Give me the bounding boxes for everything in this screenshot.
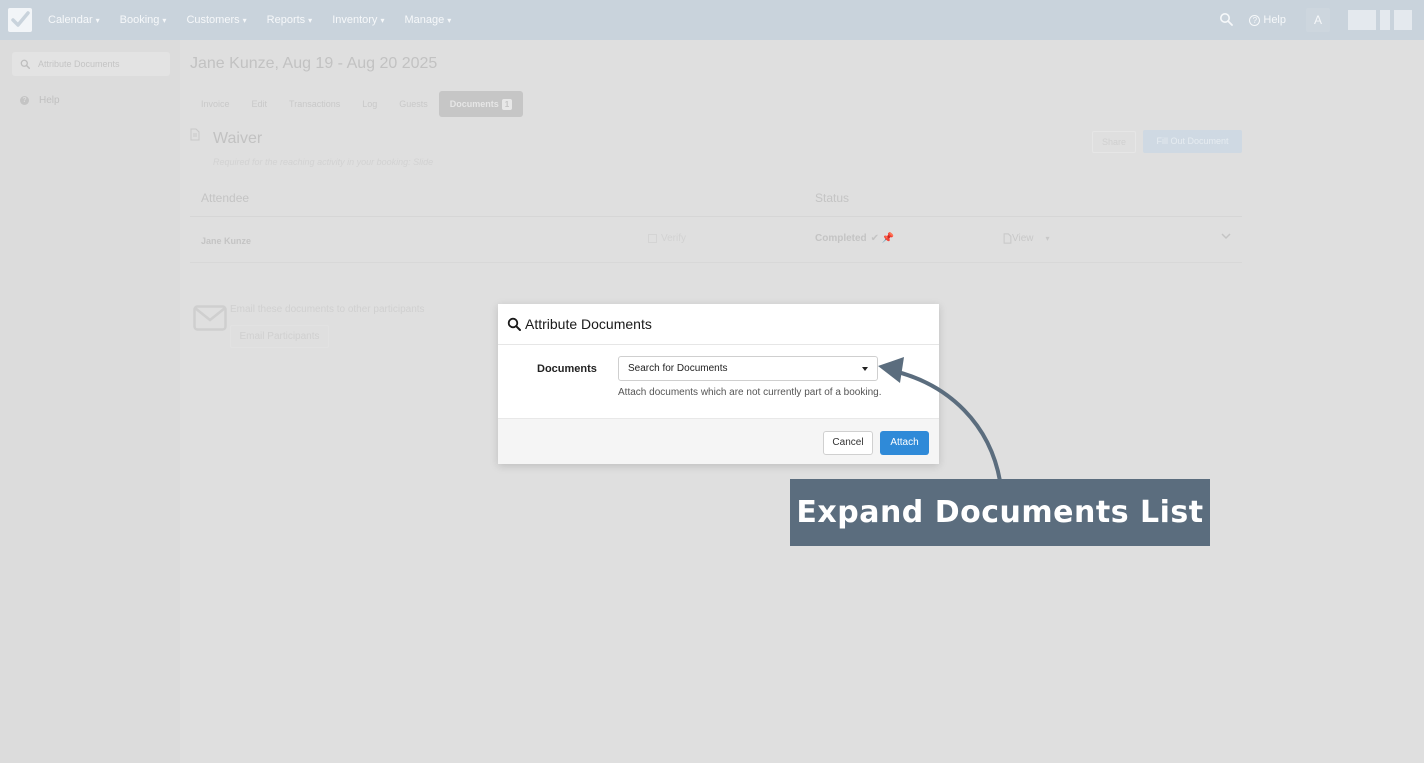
modal-title: Attribute Documents — [525, 316, 652, 332]
view-document-button[interactable]: View ▾ — [1003, 233, 1050, 244]
divider — [190, 262, 1242, 263]
chevron-down-icon: ▾ — [242, 16, 247, 25]
column-header-attendee: Attendee — [201, 191, 250, 205]
nav-item-calendar[interactable]: Calendar ▾ — [48, 14, 100, 26]
checkmark-logo-icon[interactable] — [8, 8, 32, 32]
share-button[interactable]: Share — [1092, 131, 1136, 153]
tab-documents[interactable]: Documents 1 — [438, 91, 524, 117]
checkbox-icon — [648, 234, 657, 243]
question-circle-icon: ? — [20, 96, 29, 105]
nav-menu: Calendar ▾ Booking ▾ Customers ▾ Reports ▾ I… — [48, 14, 471, 26]
modal-header: Attribute Documents — [498, 304, 939, 345]
chevron-down-icon: ▾ — [308, 16, 313, 25]
documents-field-label: Documents — [537, 363, 597, 375]
status-badge: Completed ✔ 📌 — [815, 233, 895, 244]
nav-right: ? Help A — [1219, 0, 1424, 40]
nav-item-inventory[interactable]: Inventory ▾ — [332, 14, 384, 26]
documents-select-placeholder: Search for Documents — [628, 363, 728, 374]
booking-tabs: Invoice Edit Transactions Log Guests Doc… — [190, 91, 524, 117]
fill-out-document-button[interactable]: Fill Out Document — [1143, 130, 1242, 153]
sidebar-search[interactable]: Attribute Documents — [12, 52, 170, 76]
nav-item-booking[interactable]: Booking ▾ — [120, 14, 167, 26]
chevron-down-icon: ▾ — [95, 16, 100, 25]
nav-item-manage[interactable]: Manage ▾ — [404, 14, 451, 26]
tab-transactions[interactable]: Transactions — [278, 91, 351, 117]
callout-text: Expand Documents List — [796, 495, 1204, 530]
column-header-status: Status — [815, 191, 850, 205]
envelope-icon — [193, 305, 227, 331]
chevron-down-icon: ▾ — [447, 16, 452, 25]
chevron-down-icon: ▾ — [162, 16, 167, 25]
nav-item-customers[interactable]: Customers ▾ — [186, 14, 246, 26]
avatar[interactable]: A — [1306, 8, 1330, 32]
tab-invoice[interactable]: Invoice — [190, 91, 241, 117]
divider — [190, 216, 1242, 217]
document-title: Waiver — [213, 130, 263, 147]
callout-arrow-icon — [878, 357, 1002, 483]
check-pin-icon: ✔ 📌 — [870, 233, 895, 244]
page-title: Jane Kunze, Aug 19 - Aug 20 2025 — [190, 55, 438, 72]
verify-checkbox[interactable]: Verify — [648, 233, 686, 244]
cancel-button[interactable]: Cancel — [823, 431, 873, 455]
callout-annotation: Expand Documents List — [790, 479, 1210, 546]
tab-log[interactable]: Log — [351, 91, 388, 117]
tab-guests[interactable]: Guests — [388, 91, 439, 117]
account-placeholder-block[interactable] — [1348, 10, 1376, 30]
sidebar: Attribute Documents ? Help — [0, 40, 180, 763]
search-icon[interactable] — [1219, 12, 1235, 28]
attendee-name: Jane Kunze — [201, 236, 252, 246]
email-description: Email these documents to other participa… — [230, 304, 425, 315]
documents-select[interactable]: Search for Documents — [618, 356, 878, 381]
search-icon — [20, 59, 30, 69]
document-subtitle: Required for the reaching activity in yo… — [213, 157, 434, 167]
tab-edit[interactable]: Edit — [241, 91, 279, 117]
email-participants-button[interactable]: Email Participants — [230, 325, 329, 348]
chevron-down-icon[interactable]: ▾ — [1046, 234, 1050, 243]
documents-help-text: Attach documents which are not currently… — [618, 387, 882, 398]
document-icon — [190, 128, 200, 141]
account-placeholder-block — [1380, 10, 1390, 30]
sidebar-item-help[interactable]: ? Help — [20, 95, 60, 106]
chevron-down-icon[interactable] — [1221, 232, 1231, 243]
caret-down-icon — [862, 366, 868, 371]
sidebar-item-label: Help — [39, 95, 60, 106]
help-link[interactable]: ? Help — [1249, 14, 1286, 26]
count-badge: 1 — [501, 99, 513, 110]
nav-item-reports[interactable]: Reports ▾ — [267, 14, 313, 26]
document-icon — [1003, 233, 1012, 244]
top-navbar: Calendar ▾ Booking ▾ Customers ▾ Reports ▾ I… — [0, 0, 1424, 40]
sidebar-search-placeholder: Attribute Documents — [38, 59, 120, 69]
question-circle-icon: ? — [1249, 14, 1261, 26]
account-placeholder-block — [1394, 10, 1412, 30]
chevron-down-icon: ▾ — [380, 16, 385, 25]
search-icon — [507, 317, 521, 331]
